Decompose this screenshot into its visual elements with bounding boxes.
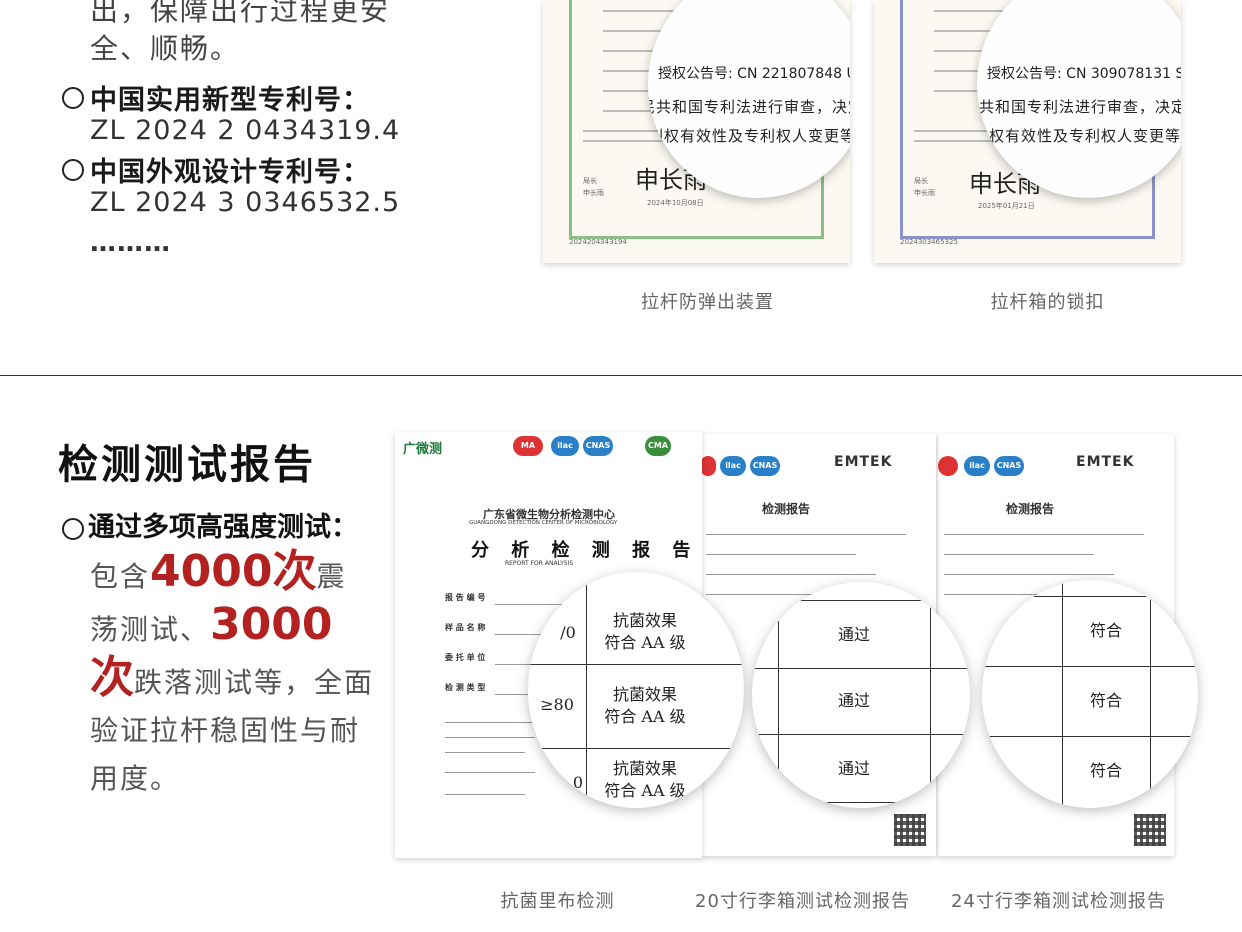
patent-certificate-1: 局长 申长雨 申长雨 2024年10月08日 2024204343194 授权公… [543, 0, 850, 263]
report-heading: 检测报告 [1006, 502, 1055, 516]
zoom-result-cell: 通过 [837, 691, 870, 710]
report-heading: 检测报告 [762, 502, 811, 516]
circle-bullet-icon [62, 158, 84, 181]
zoom-result-cell: 通过 [837, 759, 870, 778]
zoom-text-line: 权有效性及专利权人变更等 [989, 127, 1181, 145]
certificate-date: 2024年10月08日 [647, 199, 704, 207]
zoom-value: ≥80 [540, 695, 574, 714]
emtek-logo: EMTEK [834, 454, 893, 470]
emtek-logo: EMTEK [1076, 454, 1135, 470]
utility-patent-label-row: 中国实用新型专利号： [62, 78, 370, 117]
report-field: 样 品 名 称 [445, 623, 486, 632]
report-title-en: REPORT FOR ANALYSIS [505, 560, 574, 567]
desc-text: 包含 [90, 560, 151, 593]
test-subheading: 通过多项高强度测试： [62, 505, 358, 544]
zoom-value: 0 [572, 773, 584, 792]
announce-number: 授权公告号: CN 221807848 U [658, 66, 850, 82]
announce-number: 授权公告号: CN 309078131 S [987, 66, 1181, 82]
certificate-serial: 2024303465325 [900, 238, 958, 246]
zoom-result-cell: 抗菌效果 符合 AA 级 [604, 611, 686, 652]
patent-certificate-2: 局长 申长雨 申长雨 2025年01月21日 2024303465325 授权公… [874, 0, 1181, 263]
design-patent-label-row: 中国外观设计专利号： [62, 150, 370, 189]
magnifier-table-2: 通过 通过 通过 [752, 582, 970, 808]
certificate-date: 2025年01月21日 [978, 202, 1035, 210]
qr-code [894, 814, 926, 846]
vibration-count: 4000次 [150, 546, 317, 597]
certificate-caption: 拉杆箱的锁扣 [990, 292, 1105, 313]
zoom-text-line: 民共和国专利法进行审查，决定授 [648, 98, 850, 116]
org-name-en: GUANGDONG DETECTION CENTER OF MICROBIOLO… [469, 520, 618, 526]
gimicro-logo: 广微测 [403, 442, 443, 457]
zoom-value: /0 [560, 623, 576, 642]
report-caption: 20寸行李箱测试检测报告 [695, 891, 910, 912]
circle-bullet-icon [62, 86, 84, 109]
utility-patent-label: 中国实用新型专利号： [90, 85, 370, 116]
section-divider [0, 375, 1242, 376]
magnifier-table-1: /0 ≥80 0 抗菌效果 符合 AA 级 抗菌效果 符合 AA 级 抗菌效果 … [528, 572, 744, 808]
report-title: 分 析 检 测 报 告 [471, 540, 699, 561]
design-patent-label: 中国外观设计专利号： [90, 157, 370, 188]
zoom-result-cell: 抗菌效果 符合 AA 级 [604, 685, 686, 726]
report-field: 报 告 编 号 [445, 593, 486, 602]
zoom-text-line: 利权有效性及专利权人变更等 [648, 127, 850, 145]
report-caption: 抗菌里布检测 [500, 891, 615, 912]
zoom-result-cell: 抗菌效果 符合 AA 级 [604, 759, 686, 800]
utility-patent-number: ZL 2024 2 0434319.4 [90, 115, 401, 146]
qr-code [1134, 814, 1166, 846]
circle-bullet-icon [62, 517, 84, 540]
report-field: 委 托 单 位 [445, 653, 486, 662]
continued-description: 出，保障出行过程更安全、顺畅。 [90, 0, 391, 65]
test-subheading-text: 通过多项高强度测试： [88, 512, 358, 543]
magnifier-table-3: 符合 符合 符合 [982, 580, 1198, 808]
section-title: 检测测试报告 [58, 442, 316, 488]
more-ellipsis: ……… [90, 228, 171, 258]
zoom-result-cell: 通过 [837, 625, 870, 644]
zoom-result-cell: 符合 [1089, 621, 1122, 640]
zoom-result-cell: 符合 [1089, 761, 1122, 780]
design-patent-number: ZL 2024 3 0346532.5 [90, 187, 401, 218]
zoom-text-line: 共和国专利法进行审查，决定授 [979, 98, 1181, 116]
report-caption: 24寸行李箱测试检测报告 [951, 891, 1166, 912]
report-field: 检 测 类 型 [445, 683, 486, 692]
test-description: 包含4000次震荡测试、3000次跌落测试等，全面验证拉杆稳固性与耐用度。 [90, 548, 375, 803]
certificate-caption: 拉杆防弹出装置 [641, 292, 774, 313]
certificate-serial: 2024204343194 [569, 238, 627, 246]
zoom-result-cell: 符合 [1089, 691, 1122, 710]
